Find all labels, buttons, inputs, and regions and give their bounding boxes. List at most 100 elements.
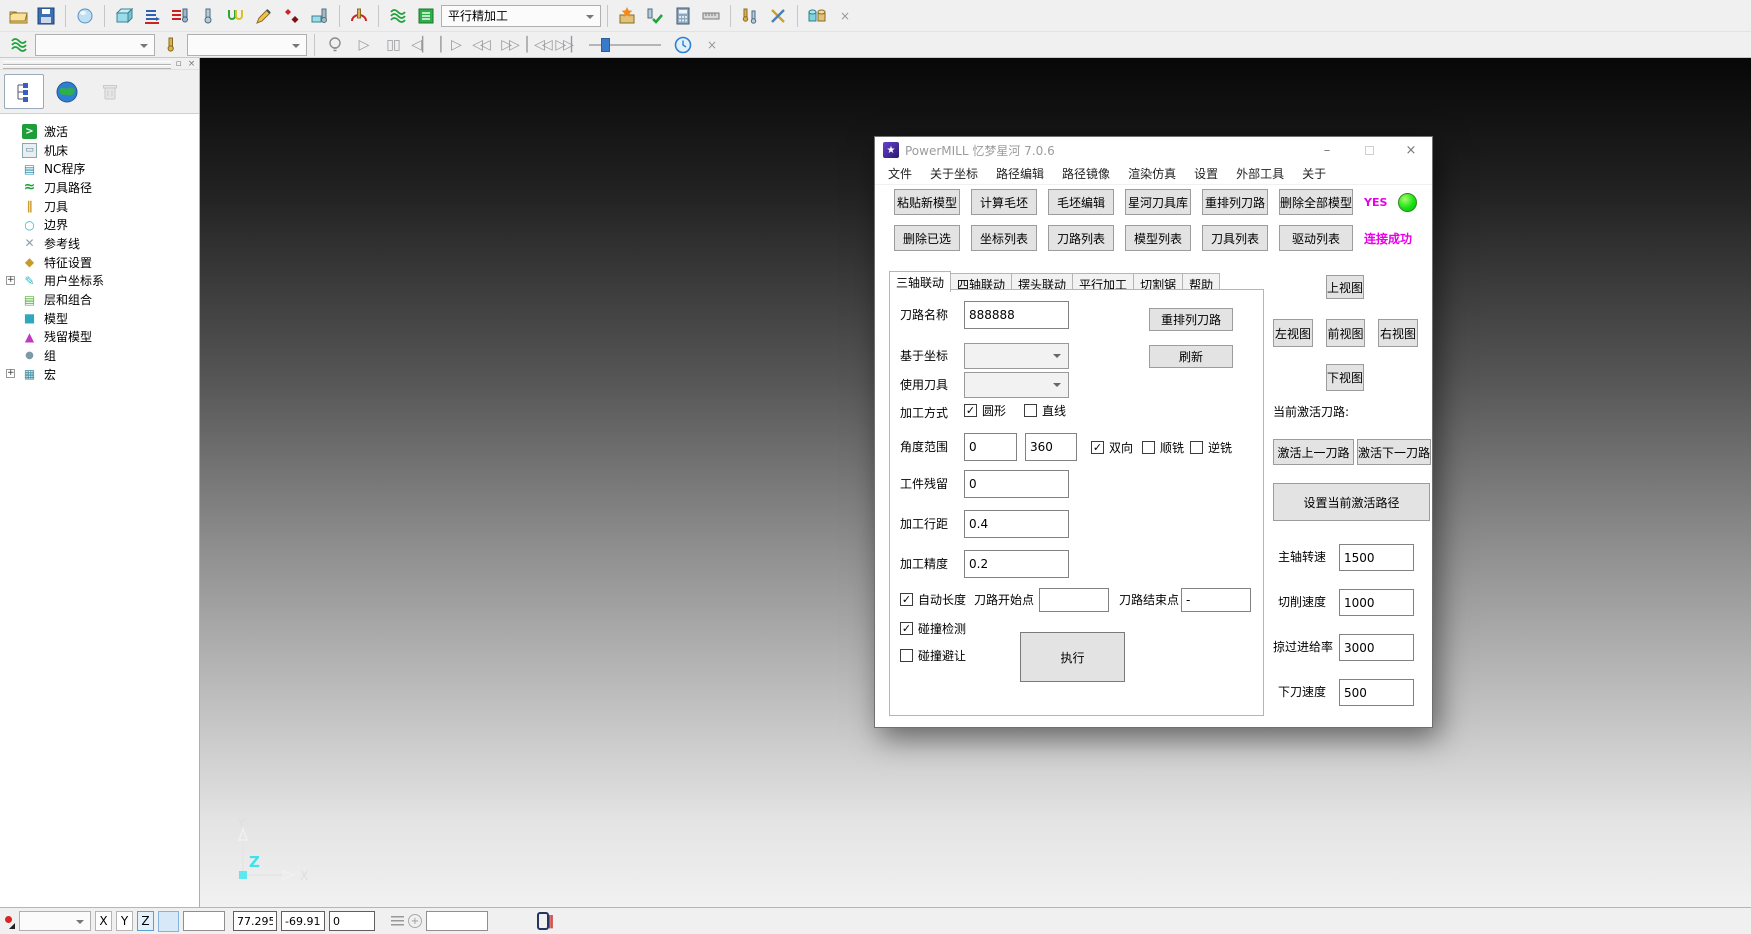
tree-item-boundary[interactable]: 边界 [0,215,199,234]
collision-check-checkbox[interactable] [900,622,913,635]
delete-all-models-button[interactable]: 删除全部模型 [1279,189,1353,215]
tool-icon[interactable] [195,3,221,29]
play-icon[interactable]: ▷ [351,32,377,58]
tree-item-model[interactable]: 模型 [0,309,199,328]
world-view-button[interactable] [47,74,87,109]
axis-y-button[interactable]: Y [116,911,133,931]
menu-settings[interactable]: 设置 [1185,165,1227,182]
toolpath-select[interactable] [35,34,155,56]
ruler-icon[interactable] [698,3,724,29]
use-tool-select[interactable] [964,372,1069,398]
toolpath-list-icon[interactable] [413,3,439,29]
set-active-path-button[interactable]: 设置当前激活路径 [1273,483,1430,521]
menu-external-tools[interactable]: 外部工具 [1227,165,1293,182]
raster-strategy-icon[interactable] [139,3,165,29]
simulation-db-icon[interactable] [804,3,830,29]
tree-item-nc-program[interactable]: NC程序 [0,159,199,178]
tool-gold-icon[interactable] [158,32,184,58]
toolpath-name-input[interactable] [964,301,1069,329]
tree-item-tools[interactable]: 刀具 [0,197,199,216]
refresh-button[interactable]: 刷新 [1149,345,1233,368]
spindle-speed-input[interactable] [1339,544,1414,571]
render-sphere-icon[interactable] [72,3,98,29]
lightbulb-icon[interactable] [322,32,348,58]
tree-item-workplanes[interactable]: 用户坐标系 [0,272,199,291]
float-pane-icon[interactable]: ▫ [173,58,184,69]
stock-edit-button[interactable]: 毛坯编辑 [1048,189,1114,215]
bidirectional-checkbox[interactable] [1091,441,1104,454]
delete-selected-button[interactable]: 删除已选 [894,225,960,251]
minimize-button[interactable]: – [1306,138,1348,163]
angle-start-input[interactable] [964,433,1017,461]
menu-path-edit[interactable]: 路径编辑 [987,165,1053,182]
grid-snap-icon[interactable] [158,911,179,932]
cross-cut-icon[interactable] [765,3,791,29]
speed-slider[interactable] [589,37,661,53]
rearrange-button[interactable]: 重排列刀路 [1149,308,1233,331]
collision-avoid-checkbox[interactable] [900,649,913,662]
expand-icon[interactable] [6,276,15,285]
close-toolbar-icon[interactable]: × [699,32,725,58]
conventional-checkbox-row[interactable]: 逆铣 [1190,439,1232,456]
expand-icon[interactable] [6,369,15,378]
close-toolbar-icon[interactable]: × [832,3,858,29]
line-checkbox[interactable] [1024,404,1037,417]
menu-render-sim[interactable]: 渲染仿真 [1119,165,1185,182]
maximize-button[interactable] [1348,138,1390,163]
step-forward-icon[interactable]: ▏▷ [438,32,464,58]
plunge-speed-input[interactable] [1339,679,1414,706]
coord-list-button[interactable]: 坐标列表 [971,225,1037,251]
collision-avoid-checkbox-row[interactable]: 碰撞避让 [900,647,966,664]
compute-stock-button[interactable]: 计算毛坯 [971,189,1037,215]
view-bottom-button[interactable]: 下视图 [1326,364,1364,391]
cursor-z-field[interactable] [329,911,375,931]
tree-item-toolpaths[interactable]: 刀具路径 [0,178,199,197]
go-start-icon[interactable]: ▏◁◁ [525,32,551,58]
nc-program-icon[interactable] [167,3,193,29]
pause-icon[interactable]: ▯▯ [380,32,406,58]
path-end-input[interactable] [1181,588,1251,612]
viewport-3d[interactable]: Y X Z ★ PowerMILL 忆梦星河 7.0.6 – × 文件 关于坐标… [200,58,1751,907]
paste-new-model-button[interactable]: 粘贴新模型 [894,189,960,215]
tree-item-stock-model[interactable]: 残留模型 [0,328,199,347]
tree-item-macro[interactable]: 宏 [0,365,199,384]
model-list-button[interactable]: 模型列表 [1125,225,1191,251]
collision-check-checkbox-row[interactable]: 碰撞检测 [900,620,966,637]
open-file-icon[interactable] [5,3,31,29]
activate-prev-button[interactable]: 激活上一刀路 [1273,439,1354,465]
menu-about-coords[interactable]: 关于坐标 [921,165,987,182]
calculator-icon[interactable] [670,3,696,29]
rearrange-toolpaths-button[interactable]: 重排列刀路 [1202,189,1268,215]
block-icon[interactable] [111,3,137,29]
view-right-button[interactable]: 右视图 [1378,319,1418,347]
menu-file[interactable]: 文件 [879,165,921,182]
tree-item-levels-sets[interactable]: 层和组合 [0,290,199,309]
axis-x-button[interactable]: X [95,911,112,931]
xyz-list-icon[interactable] [391,916,404,927]
tab-3axis[interactable]: 三轴联动 [889,271,951,292]
fast-forward-icon[interactable]: ▷▷ [496,32,522,58]
cursor-x-field[interactable] [233,911,277,931]
cutting-speed-input[interactable] [1339,589,1414,616]
circular-checkbox[interactable] [964,404,977,417]
climb-checkbox[interactable] [1142,441,1155,454]
trash-button[interactable] [90,74,130,109]
tree-item-machine[interactable]: 机床 [0,141,199,160]
view-front-button[interactable]: 前视图 [1326,319,1365,347]
conventional-checkbox[interactable] [1190,441,1203,454]
tool-check-icon[interactable] [642,3,668,29]
line-checkbox-row[interactable]: 直线 [1024,402,1066,419]
menu-about[interactable]: 关于 [1293,165,1335,182]
view-left-button[interactable]: 左视图 [1273,319,1313,347]
boundary-icon[interactable] [223,3,249,29]
climb-checkbox-row[interactable]: 顺铣 [1142,439,1184,456]
activate-next-button[interactable]: 激活下一刀路 [1357,439,1431,465]
view-top-button[interactable]: 上视图 [1326,275,1364,299]
step-back-icon[interactable]: ◁▏ [409,32,435,58]
clock-icon[interactable] [670,32,696,58]
toolpath-spring-icon[interactable] [6,32,32,58]
snap-value-field[interactable] [183,911,225,931]
toolpath-list-button[interactable]: 刀路列表 [1048,225,1114,251]
points-icon[interactable] [279,3,305,29]
tree-item-feature-set[interactable]: 特征设置 [0,253,199,272]
